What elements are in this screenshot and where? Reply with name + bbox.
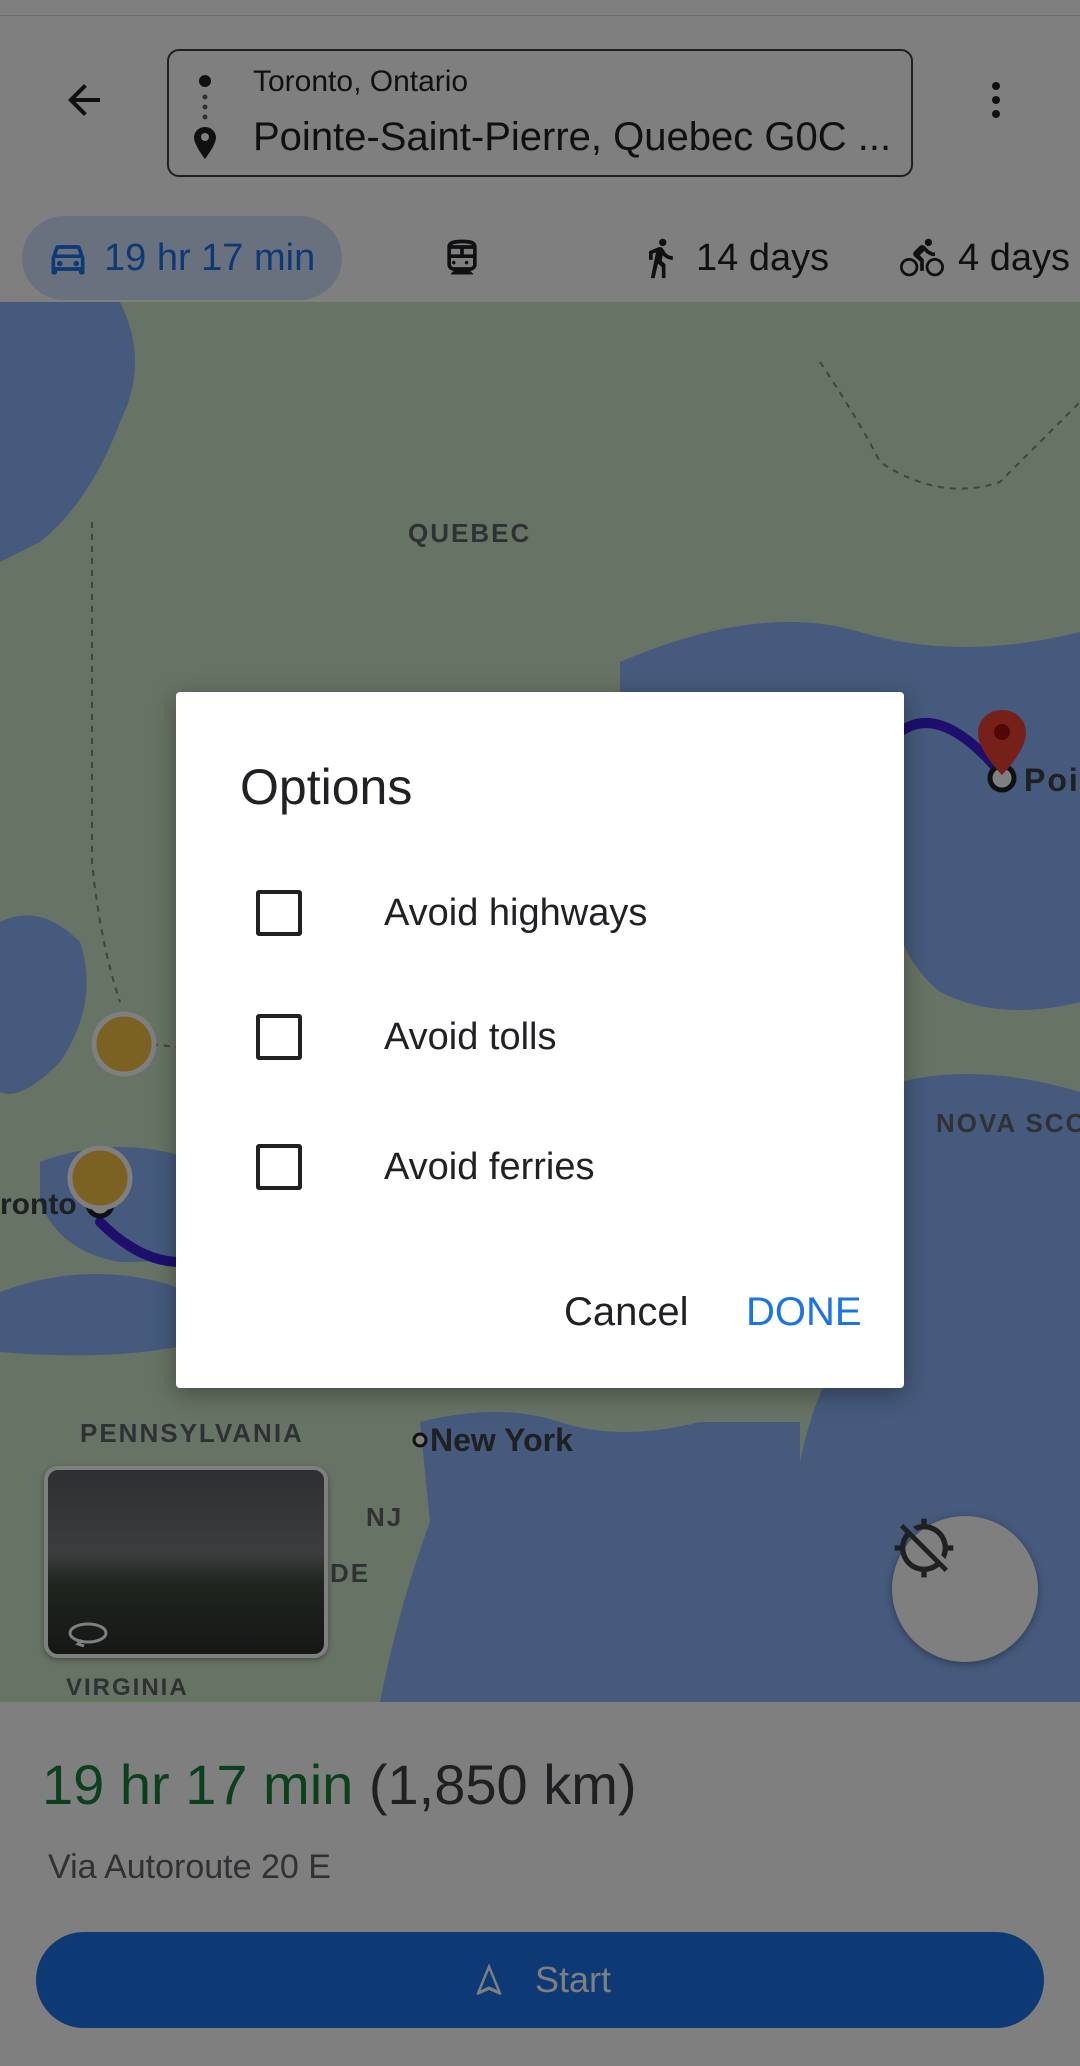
dialog-actions: Cancel DONE: [176, 1272, 904, 1362]
avoid-highways-label[interactable]: Avoid highways: [384, 892, 647, 935]
dialog-title: Options: [240, 759, 413, 815]
avoid-highways-checkbox[interactable]: [256, 890, 302, 936]
avoid-ferries-label[interactable]: Avoid ferries: [384, 1146, 595, 1189]
route-options-dialog: Options Avoid highways Avoid tolls Avoid…: [176, 692, 904, 1388]
option-avoid-highways[interactable]: Avoid highways: [176, 858, 904, 968]
option-avoid-ferries[interactable]: Avoid ferries: [176, 1112, 904, 1222]
avoid-ferries-checkbox[interactable]: [256, 1144, 302, 1190]
directions-screen: Toronto, Ontario Pointe-Saint-Pierre, Qu…: [0, 0, 1080, 2066]
done-button[interactable]: DONE: [746, 1290, 862, 1335]
option-avoid-tolls[interactable]: Avoid tolls: [176, 982, 904, 1092]
avoid-tolls-label[interactable]: Avoid tolls: [384, 1016, 557, 1059]
avoid-tolls-checkbox[interactable]: [256, 1014, 302, 1060]
cancel-button[interactable]: Cancel: [564, 1290, 689, 1335]
